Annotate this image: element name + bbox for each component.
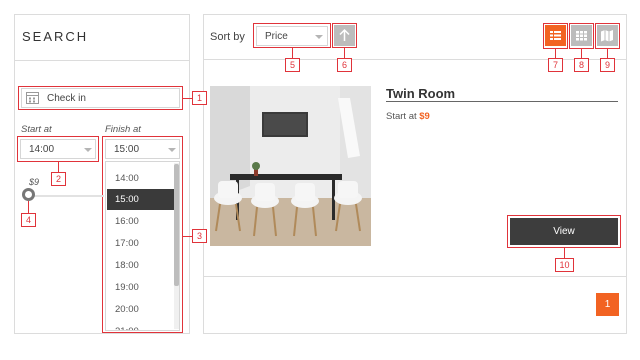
- map-view-button[interactable]: [597, 25, 618, 46]
- chevron-down-icon: [315, 35, 323, 39]
- chevron-down-icon: [84, 148, 92, 152]
- price-label: $9: [29, 177, 40, 187]
- callout-leader-3: [183, 236, 192, 237]
- view-button[interactable]: View: [510, 218, 618, 245]
- sort-select-value: Price: [265, 31, 288, 42]
- room-price-line: Start at $9: [386, 111, 430, 122]
- callout-leader-5: [292, 48, 293, 58]
- callout-tag-4: 4: [21, 213, 36, 227]
- callout-tag-5: 5: [285, 58, 300, 72]
- time-option[interactable]: 14:00: [107, 168, 174, 189]
- checkin-field-text: Check in: [47, 93, 86, 104]
- room-title-underline: [386, 101, 618, 102]
- time-option[interactable]: 16:00: [107, 211, 174, 232]
- callout-tag-2: 2: [51, 172, 66, 186]
- callout-leader-2: [58, 162, 59, 172]
- list-view-icon: [550, 31, 561, 40]
- checkin-field[interactable]: Check in: [21, 88, 180, 108]
- callout-leader-10: [564, 248, 565, 258]
- pagination-current-page[interactable]: 1: [596, 293, 619, 316]
- callout-leader-4: [28, 201, 29, 213]
- sidebar-title: SEARCH: [22, 29, 89, 44]
- map-view-icon: [601, 30, 613, 42]
- time-option[interactable]: 21:00: [107, 321, 174, 330]
- callout-tag-1: 1: [192, 91, 207, 105]
- room-price-prefix: Start at: [386, 111, 417, 122]
- callout-tag-8: 8: [574, 58, 589, 72]
- room-photo[interactable]: [210, 86, 371, 246]
- room-title[interactable]: Twin Room: [386, 86, 455, 101]
- arrow-up-icon: [339, 28, 350, 41]
- time-option[interactable]: 20:00: [107, 299, 174, 320]
- results-divider: [204, 276, 626, 277]
- price-slider-handle[interactable]: [22, 188, 35, 201]
- callout-tag-9: 9: [600, 58, 615, 72]
- callout-leader-9: [607, 49, 608, 58]
- callout-leader-6: [344, 48, 345, 58]
- sort-direction-button[interactable]: [334, 25, 355, 46]
- callout-leader-1: [183, 98, 192, 99]
- grid-view-button[interactable]: [571, 25, 592, 46]
- price-slider-track[interactable]: [28, 195, 104, 197]
- list-view-button[interactable]: [545, 25, 566, 46]
- time-option[interactable]: 19:00: [107, 277, 174, 298]
- finish-at-label: Finish at: [105, 124, 141, 135]
- callout-tag-7: 7: [548, 58, 563, 72]
- callout-tag-3: 3: [192, 229, 207, 243]
- callout-tag-10: 10: [555, 258, 574, 272]
- callout-leader-8: [581, 49, 582, 58]
- sidebar-divider: [15, 60, 189, 61]
- sort-by-label: Sort by: [210, 31, 245, 43]
- calendar-icon: [26, 92, 39, 104]
- start-time-value: 14:00: [29, 144, 55, 155]
- callout-tag-6: 6: [337, 58, 352, 72]
- dropdown-scrollbar-thumb[interactable]: [174, 164, 179, 286]
- start-at-label: Start at: [21, 124, 52, 135]
- callout-leader-7: [555, 49, 556, 58]
- time-option-selected[interactable]: 15:00: [107, 189, 174, 210]
- room-price-value: $9: [419, 111, 430, 122]
- chevron-down-icon: [168, 148, 176, 152]
- time-option[interactable]: 18:00: [107, 255, 174, 276]
- time-option[interactable]: 17:00: [107, 233, 174, 254]
- grid-view-icon: [576, 31, 587, 41]
- time-dropdown-list: 14:00 15:00 16:00 17:00 18:00 19:00 20:0…: [105, 161, 180, 331]
- finish-time-value: 15:00: [114, 144, 140, 155]
